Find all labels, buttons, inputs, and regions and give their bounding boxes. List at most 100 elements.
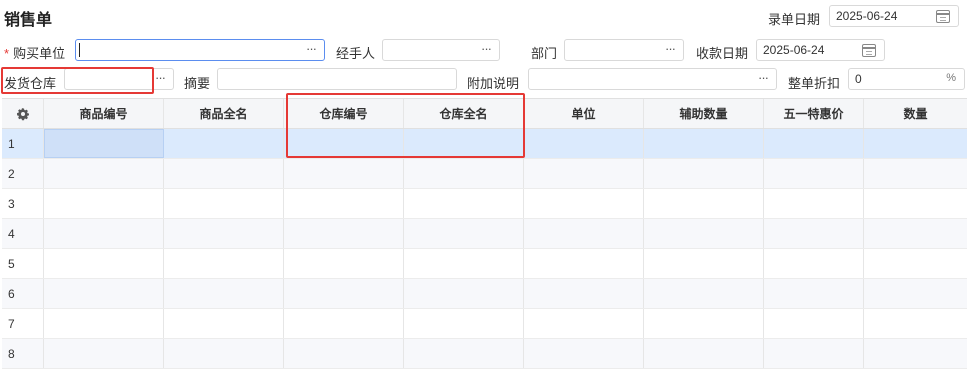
table-cell[interactable] — [524, 249, 644, 278]
ellipsis-icon[interactable]: ··· — [758, 70, 769, 85]
table-cell[interactable] — [284, 339, 404, 368]
calendar-icon[interactable] — [936, 10, 950, 23]
table-cell[interactable] — [404, 189, 524, 218]
table-row[interactable]: 8 — [2, 339, 967, 369]
table-cell[interactable] — [164, 159, 284, 188]
table-cell[interactable] — [164, 279, 284, 308]
entry-date-field[interactable]: 2025-06-24 — [829, 5, 959, 27]
table-cell[interactable] — [524, 129, 644, 158]
buyer-field[interactable]: ··· — [75, 39, 325, 61]
table-cell[interactable] — [644, 219, 764, 248]
table-cell[interactable] — [404, 279, 524, 308]
table-cell[interactable] — [764, 249, 864, 278]
extra-note-field[interactable]: ··· — [528, 68, 777, 90]
table-cell[interactable] — [764, 189, 864, 218]
handler-field[interactable]: ··· — [382, 39, 500, 61]
table-cell[interactable] — [164, 189, 284, 218]
ellipsis-icon[interactable]: ··· — [665, 41, 676, 56]
gear-icon[interactable] — [16, 107, 30, 121]
table-cell[interactable] — [644, 249, 764, 278]
table-cell[interactable] — [164, 219, 284, 248]
table-cell[interactable] — [284, 159, 404, 188]
table-cell[interactable] — [44, 309, 164, 338]
table-cell[interactable] — [864, 219, 967, 248]
table-cell[interactable] — [764, 159, 864, 188]
table-cell[interactable] — [864, 159, 967, 188]
table-cell[interactable] — [164, 129, 284, 158]
table-cell[interactable] — [404, 129, 524, 158]
table-cell[interactable] — [524, 159, 644, 188]
summary-field[interactable] — [217, 68, 457, 90]
ellipsis-icon[interactable]: ··· — [306, 41, 317, 56]
table-cell[interactable] — [164, 339, 284, 368]
col-unit[interactable]: 单位 — [524, 99, 644, 128]
col-aux-qty[interactable]: 辅助数量 — [644, 99, 764, 128]
col-promo-price[interactable]: 五一特惠价 — [764, 99, 864, 128]
col-product-name[interactable]: 商品全名 — [164, 99, 284, 128]
table-cell[interactable] — [644, 189, 764, 218]
table-cell[interactable] — [44, 339, 164, 368]
table-cell[interactable] — [44, 159, 164, 188]
table-cell[interactable] — [644, 129, 764, 158]
table-cell[interactable] — [864, 309, 967, 338]
table-row[interactable]: 3 — [2, 189, 967, 219]
table-cell[interactable] — [44, 189, 164, 218]
table-cell[interactable] — [404, 309, 524, 338]
table-row[interactable]: 1 — [2, 129, 967, 159]
table-cell[interactable] — [284, 189, 404, 218]
table-cell[interactable] — [644, 309, 764, 338]
table-cell[interactable] — [864, 279, 967, 308]
table-cell[interactable] — [524, 279, 644, 308]
table-cell[interactable] — [524, 189, 644, 218]
table-cell[interactable] — [44, 219, 164, 248]
discount-field[interactable]: 0 % — [848, 68, 965, 90]
table-cell[interactable] — [764, 279, 864, 308]
table-cell[interactable] — [764, 309, 864, 338]
table-cell[interactable] — [404, 339, 524, 368]
table-cell[interactable] — [764, 219, 864, 248]
table-cell[interactable] — [864, 129, 967, 158]
table-cell[interactable] — [524, 309, 644, 338]
column-settings-button[interactable] — [2, 99, 44, 128]
table-row[interactable]: 7 — [2, 309, 967, 339]
table-cell[interactable] — [284, 279, 404, 308]
table-row[interactable]: 2 — [2, 159, 967, 189]
col-warehouse-name[interactable]: 仓库全名 — [404, 99, 524, 128]
col-product-code[interactable]: 商品编号 — [44, 99, 164, 128]
warehouse-field[interactable]: ··· — [64, 68, 174, 90]
table-cell[interactable] — [864, 189, 967, 218]
table-cell[interactable] — [764, 339, 864, 368]
receipt-date-field[interactable]: 2025-06-24 — [756, 39, 885, 61]
ellipsis-icon[interactable]: ··· — [155, 70, 166, 85]
table-cell[interactable] — [44, 249, 164, 278]
dept-field[interactable]: ··· — [564, 39, 684, 61]
calendar-icon[interactable] — [862, 44, 876, 57]
table-cell[interactable] — [164, 309, 284, 338]
table-cell[interactable] — [864, 339, 967, 368]
table-cell[interactable] — [404, 159, 524, 188]
table-cell[interactable] — [764, 129, 864, 158]
table-row[interactable]: 5 — [2, 249, 967, 279]
table-cell[interactable] — [44, 129, 164, 158]
table-cell[interactable] — [404, 219, 524, 248]
table-cell[interactable] — [284, 219, 404, 248]
col-warehouse-code[interactable]: 仓库编号 — [284, 99, 404, 128]
table-cell[interactable] — [404, 249, 524, 278]
table-cell[interactable] — [864, 249, 967, 278]
table-cell[interactable] — [284, 309, 404, 338]
buyer-label: * 购买单位 — [4, 43, 65, 62]
col-qty[interactable]: 数量 — [864, 99, 967, 128]
table-cell[interactable] — [644, 279, 764, 308]
table-cell[interactable] — [524, 219, 644, 248]
ellipsis-icon[interactable]: ··· — [481, 41, 492, 56]
table-row[interactable]: 6 — [2, 279, 967, 309]
table-cell[interactable] — [284, 249, 404, 278]
table-cell[interactable] — [644, 339, 764, 368]
table-cell[interactable] — [164, 249, 284, 278]
table-row[interactable]: 4 — [2, 219, 967, 249]
row-number: 8 — [2, 339, 44, 368]
table-cell[interactable] — [44, 279, 164, 308]
table-cell[interactable] — [284, 129, 404, 158]
table-cell[interactable] — [524, 339, 644, 368]
table-cell[interactable] — [644, 159, 764, 188]
